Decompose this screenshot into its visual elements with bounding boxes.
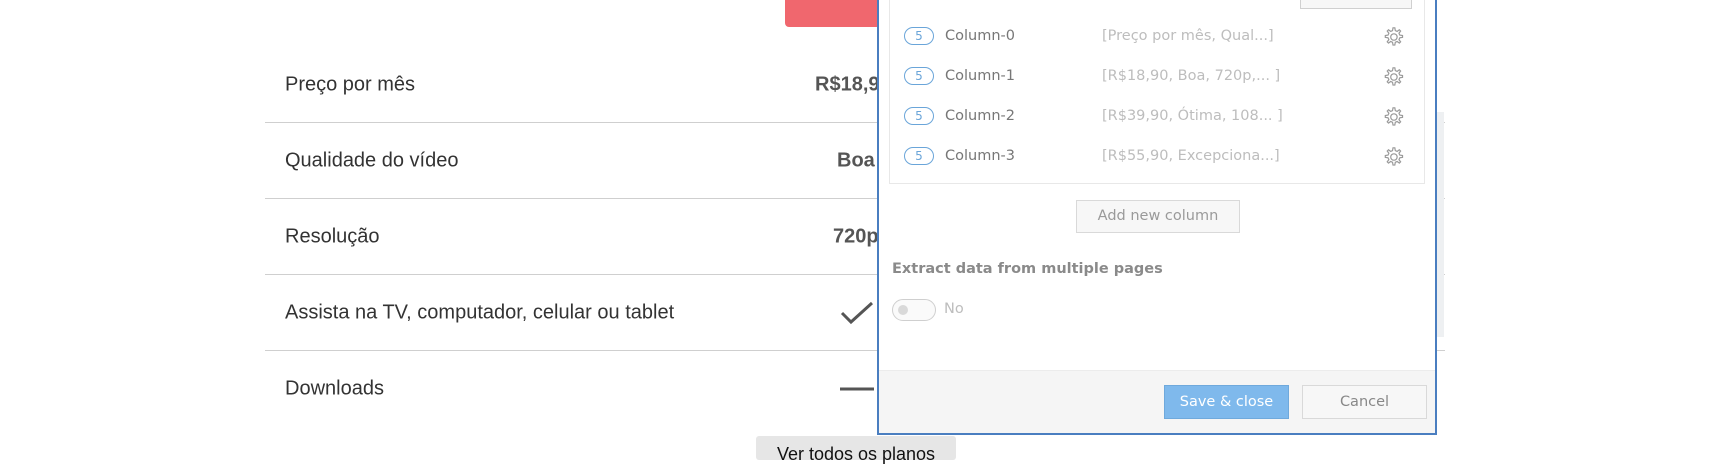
save-close-button[interactable]: Save & close — [1164, 385, 1289, 419]
column-row[interactable]: 5 Column-1 [R$18,90, Boa, 720p,... ] — [890, 62, 1424, 92]
dialog-footer: Save & close Cancel — [879, 370, 1435, 433]
multi-page-label: Extract data from multiple pages — [892, 261, 1163, 277]
extract-data-dialog: 5 Column-0 [Preço por mês, Qual...] 5 Co… — [877, 0, 1437, 435]
row-label: Downloads — [285, 377, 384, 399]
row-value: Boa — [837, 149, 875, 171]
gear-icon[interactable] — [1382, 66, 1404, 88]
row-label: Preço por mês — [285, 73, 416, 95]
column-list: 5 Column-0 [Preço por mês, Qual...] 5 Co… — [889, 0, 1425, 184]
count-badge: 5 — [904, 67, 934, 85]
column-preview: [R$55,90, Excepciona...] — [1102, 148, 1280, 164]
column-preview: [Preço por mês, Qual...] — [1102, 28, 1274, 44]
scroll-shadow — [1436, 112, 1444, 337]
count-badge: 5 — [904, 147, 934, 165]
row-label: Assista na TV, computador, celular ou ta… — [285, 301, 675, 323]
column-row[interactable]: 5 Column-3 [R$55,90, Excepciona...] — [890, 142, 1424, 172]
check-icon — [840, 301, 874, 324]
multi-page-toggle[interactable] — [892, 299, 936, 321]
toggle-state-text: No — [944, 301, 964, 317]
count-badge: 5 — [904, 107, 934, 125]
column-row[interactable]: 5 Column-0 [Preço por mês, Qual...] — [890, 22, 1424, 52]
row-value: 720p — [833, 225, 879, 247]
count-badge: 5 — [904, 27, 934, 45]
column-row[interactable]: 5 Column-2 [R$39,90, Ótima, 108... ] — [890, 102, 1424, 132]
toggle-knob — [898, 305, 908, 315]
column-preview: [R$39,90, Ótima, 108... ] — [1102, 108, 1283, 124]
gear-icon[interactable] — [1382, 26, 1404, 48]
gear-icon[interactable] — [1382, 146, 1404, 168]
toolbar-button[interactable] — [1300, 0, 1412, 9]
column-name: Column-0 — [945, 28, 1015, 44]
dash-icon — [840, 387, 874, 390]
row-label: Resolução — [285, 225, 380, 247]
column-preview: [R$18,90, Boa, 720p,... ] — [1102, 68, 1281, 84]
see-all-plans-button[interactable]: Ver todos os planos — [756, 436, 956, 464]
cancel-button[interactable]: Cancel — [1302, 385, 1427, 419]
column-name: Column-2 — [945, 108, 1015, 124]
add-column-button[interactable]: Add new column — [1076, 200, 1240, 233]
column-name: Column-1 — [945, 68, 1015, 84]
row-label: Qualidade do vídeo — [285, 149, 459, 171]
gear-icon[interactable] — [1382, 106, 1404, 128]
row-value: R$18,9 — [815, 73, 880, 95]
column-name: Column-3 — [945, 148, 1015, 164]
